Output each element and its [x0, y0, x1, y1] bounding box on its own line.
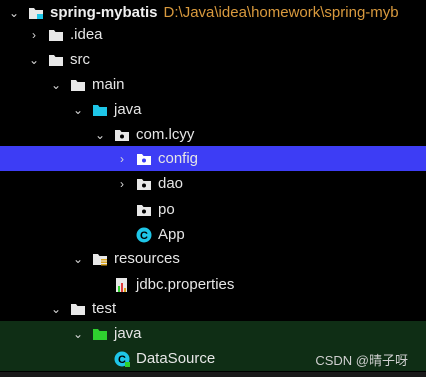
svg-text:C: C [118, 354, 126, 366]
chevron-down-icon[interactable]: ⌄ [72, 251, 84, 267]
project-name: spring-mybatis [50, 4, 158, 21]
module-folder-icon [28, 5, 44, 21]
chevron-down-icon[interactable]: ⌄ [72, 326, 84, 342]
tree-row-app[interactable]: › C App [0, 222, 426, 247]
java-class-icon: C [136, 227, 152, 243]
chevron-right-icon[interactable]: › [116, 176, 128, 192]
tree-item-label: App [158, 226, 185, 243]
chevron-down-icon[interactable]: ⌄ [28, 52, 40, 68]
package-icon [136, 202, 152, 218]
package-icon [136, 151, 152, 167]
tree-row-java-source[interactable]: ⌄ java [0, 97, 426, 122]
tree-item-label: java [114, 325, 142, 342]
chevron-down-icon[interactable]: ⌄ [72, 102, 84, 118]
chevron-right-icon[interactable]: › [116, 151, 128, 167]
tree-row-resources[interactable]: ⌄ resources [0, 246, 426, 271]
tree-row-config[interactable]: › config [0, 146, 426, 171]
tree-item-label: po [158, 201, 175, 218]
tree-row-test[interactable]: ⌄ test [0, 296, 426, 321]
project-path: D:\Java\idea\homework\spring-myb [163, 4, 399, 21]
package-icon [114, 127, 130, 143]
folder-icon [70, 77, 86, 93]
package-icon [136, 176, 152, 192]
folder-icon [48, 27, 64, 43]
watermark-text: CSDN @晴子呀 [315, 353, 408, 368]
source-folder-icon [92, 102, 108, 118]
svg-text:C: C [140, 230, 148, 242]
tree-item-label: java [114, 101, 142, 118]
tree-item-label: DataSource [136, 350, 216, 367]
tree-item-label: .idea [70, 26, 103, 43]
chevron-down-icon[interactable]: ⌄ [50, 301, 62, 317]
java-test-class-icon: C [114, 351, 130, 367]
tree-item-label: main [92, 76, 125, 93]
tree-row-idea[interactable]: › .idea [0, 22, 426, 47]
folder-icon [70, 301, 86, 317]
tree-row-src[interactable]: ⌄ src [0, 47, 426, 72]
tree-row-main[interactable]: ⌄ main [0, 72, 426, 97]
tree-item-label: test [92, 300, 117, 317]
tree-row-com-lcyy[interactable]: ⌄ com.lcyy [0, 122, 426, 147]
chevron-down-icon[interactable]: ⌄ [94, 127, 106, 143]
test-source-folder-icon [92, 326, 108, 342]
bottom-divider [0, 372, 426, 377]
tree-item-label: config [158, 150, 199, 167]
tree-item-label: resources [114, 250, 180, 267]
chevron-right-icon[interactable]: › [28, 27, 40, 43]
tree-item-label: src [70, 51, 90, 68]
tree-row-po[interactable]: › po [0, 197, 426, 222]
tree-item-label: dao [158, 175, 184, 192]
properties-file-icon [114, 277, 130, 293]
tree-item-label: jdbc.properties [136, 276, 235, 293]
chevron-down-icon[interactable]: ⌄ [8, 5, 20, 21]
tree-item-label: com.lcyy [136, 126, 195, 143]
tree-row-jdbc-properties[interactable]: › jdbc.properties [0, 272, 426, 297]
tree-row-dao[interactable]: › dao [0, 171, 426, 196]
folder-icon [48, 52, 64, 68]
chevron-down-icon[interactable]: ⌄ [50, 77, 62, 93]
resources-folder-icon [92, 251, 108, 267]
tree-row-java-test[interactable]: ⌄ java [0, 321, 426, 346]
